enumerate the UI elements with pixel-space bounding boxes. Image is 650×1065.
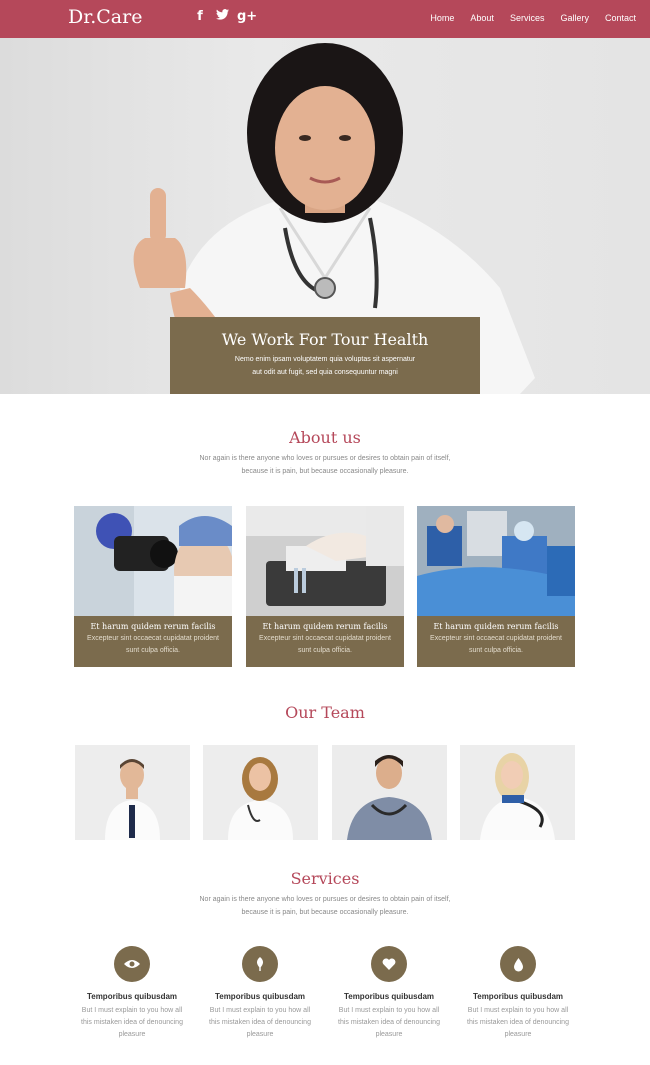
card-text-line2: sunt culpa officia. xyxy=(298,647,352,654)
service-text-line3: pleasure xyxy=(246,1031,274,1038)
card-title: Et harum quidem rerum facilis xyxy=(90,622,216,631)
twitter-icon[interactable] xyxy=(215,9,229,24)
card-text-line1: Excepteur sint occaecat cupidatat proide… xyxy=(259,635,391,642)
services-text-line1: Nor again is there anyone who loves or p… xyxy=(199,896,451,903)
card-caption: Et harum quidem rerum facilis Excepteur … xyxy=(417,616,575,667)
card-title: Et harum quidem rerum facilis xyxy=(433,622,559,631)
service-text-line2: this mistaken idea of denouncing xyxy=(467,1019,569,1026)
service-title: Temporibus quibusdam xyxy=(86,992,178,1001)
service-title: Temporibus quibusdam xyxy=(472,992,564,1001)
top-navbar: Dr.Care f g+ Home About Services Gallery… xyxy=(0,0,650,38)
service-text-line1: But I must explain to you how all xyxy=(209,1007,311,1014)
about-title: About us xyxy=(289,428,361,447)
social-links: f g+ xyxy=(193,9,257,24)
card-image-surgery xyxy=(417,506,575,616)
eye-icon xyxy=(114,946,150,982)
service-text-line3: pleasure xyxy=(504,1031,532,1038)
nav-services[interactable]: Services xyxy=(510,13,545,23)
hero-text-line2: aut odit aut fugit, sed quia consequuntu… xyxy=(252,369,398,376)
google-plus-icon[interactable]: g+ xyxy=(237,9,257,24)
card-caption: Et harum quidem rerum facilis Excepteur … xyxy=(246,616,404,667)
main-nav: Home About Services Gallery Contact xyxy=(430,13,636,23)
drop-icon xyxy=(500,946,536,982)
service-text-line3: pleasure xyxy=(375,1031,403,1038)
hero-title: We Work For Tour Health xyxy=(221,330,429,349)
service-text-line2: this mistaken idea of denouncing xyxy=(209,1019,311,1026)
services-text-line2: because it is pain, but because occasion… xyxy=(241,909,409,916)
card-title: Et harum quidem rerum facilis xyxy=(262,622,388,631)
service-text-line3: pleasure xyxy=(118,1031,146,1038)
card-caption: Et harum quidem rerum facilis Excepteur … xyxy=(74,616,232,667)
service-item-2[interactable]: Temporibus quibusdam But I must explain … xyxy=(200,946,320,1041)
service-title: Temporibus quibusdam xyxy=(343,992,435,1001)
service-text-line1: But I must explain to you how all xyxy=(338,1007,440,1014)
team-member-2[interactable] xyxy=(203,745,318,840)
about-card-1[interactable]: Et harum quidem rerum facilis Excepteur … xyxy=(74,506,232,667)
service-item-1[interactable]: Temporibus quibusdam But I must explain … xyxy=(72,946,192,1041)
service-text-line1: But I must explain to you how all xyxy=(81,1007,183,1014)
heart-icon xyxy=(371,946,407,982)
about-card-2[interactable]: Et harum quidem rerum facilis Excepteur … xyxy=(246,506,404,667)
nav-contact[interactable]: Contact xyxy=(605,13,636,23)
nav-home[interactable]: Home xyxy=(430,13,454,23)
facebook-icon[interactable]: f xyxy=(193,9,207,24)
service-text-line2: this mistaken idea of denouncing xyxy=(81,1019,183,1026)
card-text-line1: Excepteur sint occaecat cupidatat proide… xyxy=(430,635,562,642)
card-text-line1: Excepteur sint occaecat cupidatat proide… xyxy=(87,635,219,642)
card-text-line2: sunt culpa officia. xyxy=(126,647,180,654)
nav-about[interactable]: About xyxy=(470,13,494,23)
service-item-4[interactable]: Temporibus quibusdam But I must explain … xyxy=(458,946,578,1041)
about-text-line2: because it is pain, but because occasion… xyxy=(241,468,409,475)
nav-gallery[interactable]: Gallery xyxy=(560,13,589,23)
brand-logo[interactable]: Dr.Care xyxy=(68,6,142,28)
services-title: Services xyxy=(290,869,360,888)
service-text-line1: But I must explain to you how all xyxy=(467,1007,569,1014)
team-member-1[interactable] xyxy=(75,745,190,840)
service-item-3[interactable]: Temporibus quibusdam But I must explain … xyxy=(329,946,449,1041)
team-member-3[interactable] xyxy=(332,745,447,840)
card-image-microscope xyxy=(74,506,232,616)
hero-text-line1: Nemo enim ipsam voluptatem quia voluptas… xyxy=(234,356,416,363)
about-text-line1: Nor again is there anyone who loves or p… xyxy=(199,455,451,462)
service-title: Temporibus quibusdam xyxy=(214,992,306,1001)
team-member-4[interactable] xyxy=(460,745,575,840)
hero-caption: We Work For Tour Health Nemo enim ipsam … xyxy=(170,317,480,394)
leaf-icon xyxy=(242,946,278,982)
team-title: Our Team xyxy=(285,703,365,722)
hero-banner: We Work For Tour Health Nemo enim ipsam … xyxy=(0,38,650,394)
card-image-lab xyxy=(246,506,404,616)
service-text-line2: this mistaken idea of denouncing xyxy=(338,1019,440,1026)
card-text-line2: sunt culpa officia. xyxy=(469,647,523,654)
about-card-3[interactable]: Et harum quidem rerum facilis Excepteur … xyxy=(417,506,575,667)
